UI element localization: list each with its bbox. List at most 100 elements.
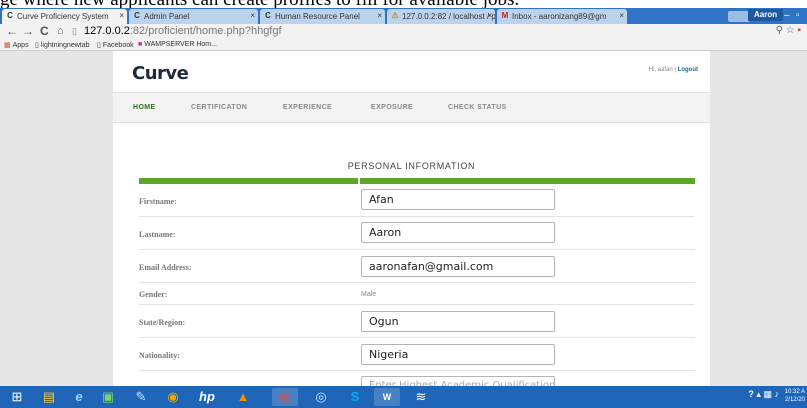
file-explorer-icon[interactable]: ▤	[36, 388, 62, 406]
word-icon[interactable]: W	[374, 388, 400, 406]
personal-info-form: PERSONAL INFORMATION Firstname: Afan Las…	[113, 123, 710, 386]
windows-taskbar: ⊞ ▤ e ▣ ✎ ◉ hp ▲ ◍ ◎ S W ≋ ? ▴ ▦ ♪ 10:32…	[0, 386, 807, 408]
camera-icon[interactable]: ◎	[308, 388, 334, 406]
volume-icon[interactable]: ♪	[775, 389, 780, 399]
close-tab-icon[interactable]: ×	[619, 11, 624, 20]
show-hidden-icons[interactable]: ▴	[756, 389, 761, 399]
extension-colored-icon[interactable]: ▪	[797, 25, 801, 36]
nav-check-status[interactable]: CHECK STATUS	[448, 104, 507, 111]
back-arrow-icon[interactable]: ←	[6, 24, 18, 39]
bookmark-label: Facebook	[102, 42, 134, 49]
internet-explorer-icon[interactable]: e	[66, 388, 92, 406]
form-row-nationality: Nationality: Nigeria	[139, 338, 695, 371]
bookmark-wampserver[interactable]: ■ WAMPSERVER Hom...	[138, 41, 217, 48]
url-path: :82/proficient/home.php?hhgfgf	[129, 25, 282, 37]
clock-date: 2/12/20	[784, 397, 805, 403]
nav-certification[interactable]: CERTIFICATON	[191, 104, 247, 111]
tab-curve[interactable]: C Curve Proficiency System ×	[2, 9, 127, 24]
email-label: Email Address:	[139, 263, 192, 272]
new-tab-button[interactable]	[728, 11, 750, 22]
close-tab-icon[interactable]: ×	[377, 11, 382, 20]
curve-favicon-icon: C	[134, 11, 140, 20]
section-title: PERSONAL INFORMATION	[347, 161, 476, 171]
site-logo[interactable]: Curve	[132, 63, 189, 84]
curve-favicon-icon: C	[7, 11, 13, 20]
system-tray: ? ▴ ▦ ♪	[748, 389, 779, 400]
gender-value: Male	[361, 291, 377, 298]
close-tab-icon[interactable]: ×	[487, 11, 492, 20]
logout-link[interactable]: Logout	[678, 67, 698, 73]
vlc-cone-icon[interactable]: ▲	[230, 388, 256, 406]
wamp-icon: ■	[138, 41, 143, 48]
site-navbar: HOME CERTIFICATON EXPERIENCE EXPOSURE CH…	[113, 92, 710, 123]
tab-title: Admin Panel	[144, 12, 190, 21]
nav-home[interactable]: HOME	[133, 104, 156, 111]
email-input[interactable]: aaronafan@gmail.com	[361, 256, 555, 277]
user-greeting: Hi, aafan |	[648, 67, 676, 73]
tab-title: 127.0.0.2:82 / localhost / p	[402, 12, 495, 21]
page-viewport: Curve Hi, aafan | Logout HOME CERTIFICAT…	[0, 51, 807, 386]
bookmark-facebook[interactable]: ▯ Facebook	[97, 41, 134, 49]
nav-exposure[interactable]: EXPOSURE	[371, 104, 413, 111]
site-page: Curve Hi, aafan | Logout HOME CERTIFICAT…	[113, 51, 710, 386]
store-icon[interactable]: ▣	[95, 388, 121, 406]
tab-human-resource[interactable]: C Human Resource Panel ×	[260, 9, 385, 24]
phpmyadmin-favicon-icon: ⚠	[391, 11, 399, 20]
state-label: State/Region:	[139, 318, 186, 327]
tab-gmail[interactable]: M Inbox - aaronizang89@gm ×	[497, 9, 627, 24]
state-input[interactable]: Ogun	[361, 311, 555, 332]
taskbar-clock[interactable]: 10:32 A 2/12/20	[785, 388, 805, 404]
firstname-input[interactable]: Afan	[361, 189, 555, 210]
forward-arrow-icon[interactable]: →	[22, 24, 34, 39]
maximize-icon[interactable]: ▫	[796, 10, 800, 22]
profile-badge[interactable]: Aaron	[748, 9, 784, 21]
bookmark-label: WAMPSERVER Hom...	[144, 41, 217, 48]
help-icon[interactable]: ?	[748, 389, 754, 399]
nav-experience[interactable]: EXPERIENCE	[283, 104, 332, 111]
reload-icon[interactable]: C	[40, 24, 49, 39]
firstname-label: Firstname:	[139, 197, 177, 206]
url-host: 127.0.0.2	[84, 25, 130, 37]
user-menu: Hi, aafan | Logout	[649, 67, 698, 73]
nationality-label: Nationality:	[139, 351, 180, 360]
lastname-input[interactable]: Aaron	[361, 222, 555, 243]
form-row-lastname: Lastname: Aaron	[139, 217, 695, 250]
hp-icon[interactable]: hp	[194, 388, 220, 406]
address-bar[interactable]: 127.0.0.2:82/proficient/home.php?hhgfgf	[84, 25, 282, 38]
home-icon[interactable]: ⌂	[57, 24, 64, 39]
star-icon[interactable]: ☆	[786, 25, 795, 36]
extension-icon[interactable]: ⚲	[776, 25, 783, 36]
tab-phpmyadmin[interactable]: ⚠ 127.0.0.2:82 / localhost / p ×	[387, 9, 495, 24]
tab-title: Inbox - aaronizang89@gm	[512, 12, 607, 21]
form-row-state: State/Region: Ogun	[139, 305, 695, 338]
media-player-icon[interactable]: ◉	[160, 388, 186, 406]
skype-icon[interactable]: S	[342, 388, 368, 406]
nationality-input[interactable]: Nigeria	[361, 344, 555, 365]
tab-admin-panel[interactable]: C Admin Panel ×	[129, 9, 258, 24]
tab-title: Curve Proficiency System	[17, 12, 109, 21]
chrome-icon[interactable]: ◍	[272, 388, 298, 406]
form-row-qualification: Enter Highest Academic Qualification	[139, 371, 695, 386]
bookmark-lightningnewtab[interactable]: ▯ lightningnewtab	[35, 41, 90, 49]
toolbar-extensions: ⚲ ☆ ▪	[776, 25, 801, 36]
network-icon[interactable]: ▦	[763, 389, 772, 399]
bookmark-label: lightningnewtab	[40, 42, 90, 49]
caption-text: ge where new applicants can create profi…	[0, 0, 519, 8]
bookmarks-bar: ▦ Apps ▯ lightningnewtab ▯ Facebook ■ WAMPSE…	[0, 39, 807, 51]
form-row-gender: Gender: Male	[139, 283, 695, 305]
pen-tool-icon[interactable]: ✎	[128, 388, 154, 406]
bookmark-apps[interactable]: ▦ Apps	[4, 41, 29, 49]
windows-start-icon[interactable]: ⊞	[4, 388, 30, 406]
close-tab-icon[interactable]: ×	[119, 11, 124, 20]
caption-strip: ge where new applicants can create profi…	[0, 0, 807, 8]
page-icon: ▯	[35, 42, 39, 49]
lastname-label: Lastname:	[139, 230, 176, 239]
minimize-icon[interactable]: –	[784, 10, 790, 22]
curve-favicon-icon: C	[265, 11, 271, 20]
form-row-firstname: Firstname: Afan	[139, 184, 695, 217]
close-tab-icon[interactable]: ×	[250, 11, 255, 20]
page-icon: ▯	[72, 26, 77, 36]
browser-toolbar: ← → C ⌂ ▯ 127.0.0.2:82/proficient/home.p…	[0, 24, 807, 39]
wifi-settings-icon[interactable]: ≋	[408, 388, 434, 406]
qualification-input[interactable]: Enter Highest Academic Qualification	[361, 376, 555, 386]
